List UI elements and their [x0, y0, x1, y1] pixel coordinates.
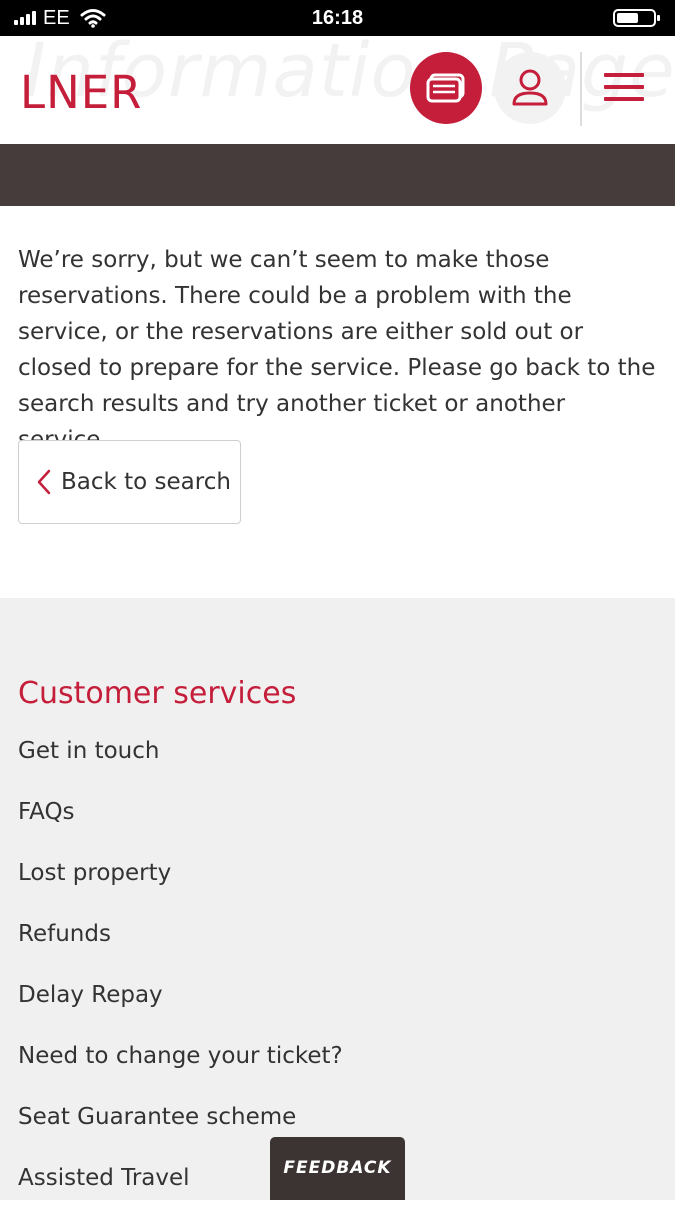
status-bar: EE 16:18: [0, 0, 675, 36]
footer-link-change-ticket[interactable]: Need to change your ticket?: [18, 1038, 343, 1099]
chevron-left-icon: [37, 469, 51, 495]
status-time: 16:18: [311, 7, 364, 29]
footer-link-get-in-touch[interactable]: Get in touch: [18, 733, 343, 794]
footer: Customer services Get in touch FAQs Lost…: [0, 598, 675, 1200]
battery-icon: [613, 9, 660, 27]
ticket-icon: [426, 73, 465, 103]
footer-link-faqs[interactable]: FAQs: [18, 794, 343, 855]
feedback-button[interactable]: FEEDBACK: [270, 1137, 405, 1200]
footer-link-lost-property[interactable]: Lost property: [18, 855, 343, 916]
footer-title: Customer services: [18, 676, 297, 711]
lner-logo[interactable]: LNER: [20, 66, 146, 114]
logo-text: LNER: [20, 66, 142, 114]
user-icon: [512, 69, 548, 106]
footer-link-delay-repay[interactable]: Delay Repay: [18, 977, 343, 1038]
back-to-search-label: Back to search: [61, 469, 231, 495]
menu-icon[interactable]: [598, 66, 650, 110]
tickets-button[interactable]: [410, 52, 482, 124]
footer-link-refunds[interactable]: Refunds: [18, 916, 343, 977]
page-banner: [0, 144, 675, 206]
site-header: Information Page LNER: [0, 36, 675, 144]
error-message: We’re sorry, but we can’t seem to make t…: [18, 247, 656, 453]
header-divider: [580, 52, 582, 126]
back-to-search-button[interactable]: Back to search: [18, 440, 241, 524]
account-button[interactable]: [494, 52, 566, 124]
